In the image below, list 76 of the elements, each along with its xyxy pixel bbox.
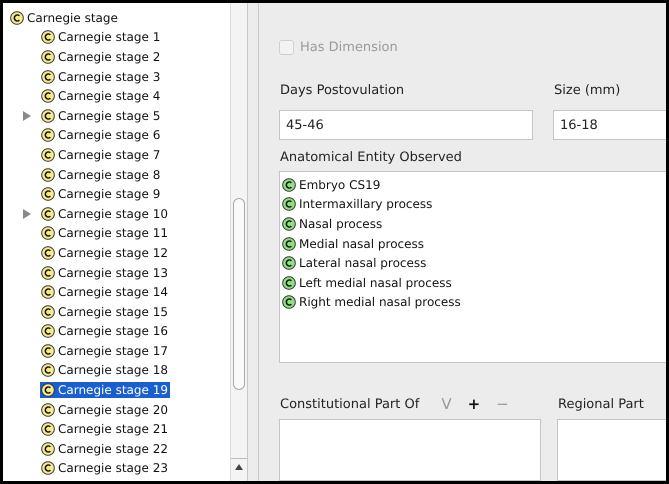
list-label: Constitutional Part Of [280,396,420,412]
class-icon [41,148,55,162]
tree-item[interactable]: Carnegie stage [9,10,120,26]
class-icon [41,383,55,398]
list-item[interactable]: Nasal process [282,214,666,234]
tree-item[interactable]: Carnegie stage 4 [40,88,162,104]
text-field[interactable]: 45-46 [279,110,533,140]
up-arrow-icon [235,464,243,470]
class-icon [10,10,24,25]
class-icon [41,187,55,202]
class-icon [41,168,55,182]
class-icon [41,128,55,142]
tree-item[interactable]: Carnegie stage 18 [40,362,170,378]
tree-item[interactable]: Carnegie stage 14 [40,284,170,300]
class-icon [41,442,55,456]
list-label: Anatomical Entity Observed [280,150,463,165]
toolbar-button[interactable]: + [460,395,488,413]
class-icon [282,295,296,310]
class-icon [41,266,55,280]
expand-arrow-icon[interactable] [23,110,31,121]
tree-item[interactable]: Carnegie stage 15 [40,304,170,320]
scrollbar[interactable] [230,3,247,481]
tree-item[interactable]: Carnegie stage 2 [40,48,162,65]
class-icon [41,89,55,104]
class-icon [282,276,296,290]
class-icon [41,226,55,240]
class-icon [41,108,55,123]
class-icon [41,50,55,64]
tree-item[interactable]: Carnegie stage 12 [40,244,170,261]
class-icon [41,461,55,476]
class-icon [282,197,296,212]
tree-item[interactable]: Carnegie stage 16 [40,323,170,340]
tree-item[interactable]: Carnegie stage 10 [40,206,170,222]
tree-item[interactable]: Carnegie stage 21 [40,421,170,438]
class-icon [41,30,55,44]
list-item[interactable]: Embryo CS19 [282,175,666,195]
tree-item[interactable]: Carnegie stage 19 [40,382,170,398]
expand-arrow-icon[interactable] [23,208,31,219]
class-icon [41,422,55,436]
class-icon [41,324,55,338]
list-item[interactable]: Left medial nasal process [282,272,666,293]
tree-item[interactable]: Carnegie stage 9 [40,186,162,202]
tree-item[interactable]: Carnegie stage 6 [40,127,162,144]
class-icon [41,285,55,300]
class-icon [282,178,296,192]
tree-item[interactable]: Carnegie stage 11 [40,225,170,242]
class-icon [282,256,296,270]
class-icon [41,304,55,319]
class-icon [41,363,55,378]
class-icon [41,402,55,417]
list-label: Regional Part [558,396,644,412]
field-label: Days Postovulation [280,83,406,98]
tree-item[interactable]: Carnegie stage 20 [40,402,170,418]
list-item[interactable]: Intermaxillary process [282,194,666,214]
tree-item[interactable]: Carnegie stage 13 [40,264,170,281]
tree-item[interactable]: Carnegie stage 3 [40,68,162,85]
checkbox-label: Has Dimension [300,40,398,55]
class-icon [41,344,55,358]
list-item[interactable]: Lateral nasal process [282,253,666,273]
class-icon [282,236,296,251]
tree-item[interactable]: Carnegie stage 22 [40,440,170,457]
tree-item[interactable]: Carnegie stage 7 [40,146,162,163]
tree-item[interactable]: Carnegie stage 17 [40,342,170,359]
tree-item[interactable]: Carnegie stage 5 [40,108,162,124]
field-label: Size (mm) [554,83,622,98]
tree-item[interactable]: Carnegie stage 23 [40,460,170,476]
text-field[interactable]: 16-18 [553,110,666,140]
tree-item[interactable]: Carnegie stage 1 [40,29,162,46]
class-icon [41,206,55,221]
class-icon [282,216,296,231]
class-icon [41,70,55,84]
scrollbar-thumb[interactable] [233,198,245,390]
class-icon [41,246,55,260]
tree-item[interactable]: Carnegie stage 8 [40,166,162,183]
list-item[interactable]: Medial nasal process [282,234,666,254]
list-item[interactable]: Right medial nasal process [282,292,666,312]
